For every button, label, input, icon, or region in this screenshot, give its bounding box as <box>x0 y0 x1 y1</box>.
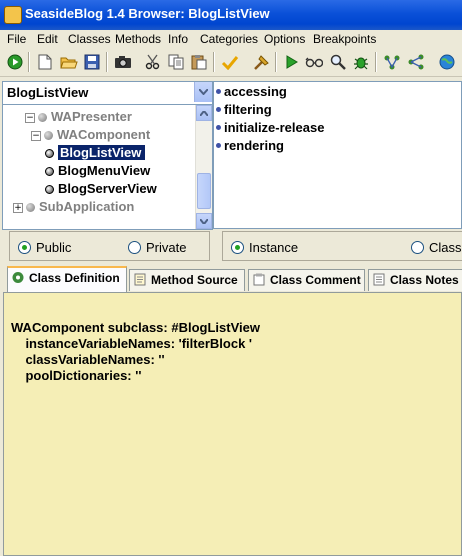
editor-tabs: Class Definition Method Source Class Com… <box>0 266 462 292</box>
class-comment-icon <box>253 273 265 286</box>
radio-icon <box>411 241 424 254</box>
collapse-icon[interactable]: − <box>31 131 41 141</box>
tree-item-blogserverview[interactable]: BlogServerView <box>45 181 157 198</box>
radio-icon <box>128 241 141 254</box>
chevron-down-icon <box>199 89 208 95</box>
category-item[interactable]: filtering <box>216 102 272 117</box>
class-ball-icon <box>45 149 54 158</box>
menu-categories[interactable]: Categories <box>200 32 258 46</box>
menu-edit[interactable]: Edit <box>37 32 58 46</box>
class-ball-icon <box>38 113 47 122</box>
menu-breakpoints[interactable]: Breakpoints <box>313 32 376 46</box>
hierarchy-icon[interactable] <box>383 53 401 71</box>
title-bar: SeasideBlog 1.4 Browser: BlogListView <box>0 0 462 30</box>
method-category-list[interactable]: accessing filtering initialize-release r… <box>213 81 462 229</box>
search-magnifier-icon[interactable] <box>329 53 347 71</box>
references-icon[interactable] <box>407 53 425 71</box>
menu-file[interactable]: File <box>7 32 26 46</box>
tree-item-blogmenuview[interactable]: BlogMenuView <box>45 163 150 180</box>
menu-bar: File Edit Classes Methods Info Categorie… <box>0 30 462 48</box>
scroll-up-button[interactable] <box>196 105 212 121</box>
tab-class-comment[interactable]: Class Comment <box>248 269 365 291</box>
code-line: WAComponent subclass: #BlogListView <box>11 320 260 335</box>
bullet-icon <box>216 107 221 112</box>
class-ball-icon <box>26 203 35 212</box>
collapse-icon[interactable]: − <box>25 113 35 123</box>
camera-icon[interactable] <box>114 53 132 71</box>
class-notes-icon <box>373 273 385 286</box>
tree-item-wapresenter[interactable]: WAPresenter <box>38 109 132 126</box>
globe-icon[interactable] <box>438 53 456 71</box>
debug-bug-icon[interactable] <box>352 53 370 71</box>
tree-scrollbar[interactable] <box>195 105 212 229</box>
class-hierarchy-tree[interactable]: − WAPresenter − WAComponent BlogListView… <box>2 104 213 230</box>
menu-options[interactable]: Options <box>264 32 305 46</box>
toolbar <box>0 48 462 77</box>
class-selector-value: BlogListView <box>7 85 89 100</box>
new-file-icon[interactable] <box>36 53 54 71</box>
scope-radio-group: Instance Class <box>222 231 462 261</box>
code-line: poolDictionaries: '' <box>11 368 142 383</box>
class-ball-icon <box>45 167 54 176</box>
bullet-icon <box>216 143 221 148</box>
chevron-up-icon <box>200 110 208 116</box>
tree-item-subapplication[interactable]: SubApplication <box>26 199 134 216</box>
open-folder-icon[interactable] <box>60 53 78 71</box>
chevron-down-icon <box>200 218 208 224</box>
save-disk-icon[interactable] <box>83 53 101 71</box>
private-radio[interactable]: Private <box>128 240 186 255</box>
cut-scissors-icon[interactable] <box>144 53 162 71</box>
instance-radio[interactable]: Instance <box>231 240 298 255</box>
accept-arrow-icon[interactable] <box>221 53 239 71</box>
class-selector[interactable]: BlogListView <box>2 81 213 105</box>
code-line: instanceVariableNames: 'filterBlock ' <box>11 336 253 351</box>
category-item[interactable]: accessing <box>216 84 287 99</box>
tree-item-wacomponent[interactable]: WAComponent <box>44 127 150 144</box>
public-radio[interactable]: Public <box>18 240 71 255</box>
scroll-thumb[interactable] <box>197 173 211 209</box>
code-editor[interactable]: WAComponent subclass: #BlogListView inst… <box>3 292 462 556</box>
expand-icon[interactable]: + <box>13 203 23 213</box>
class-ball-icon <box>44 131 53 140</box>
category-item[interactable]: initialize-release <box>216 120 324 135</box>
tab-class-notes[interactable]: Class Notes <box>368 269 462 291</box>
inspect-glasses-icon[interactable] <box>305 53 323 71</box>
menu-methods[interactable]: Methods <box>115 32 161 46</box>
window-title: SeasideBlog 1.4 Browser: BlogListView <box>25 6 270 21</box>
dropdown-button[interactable] <box>194 82 212 102</box>
radio-selected-icon <box>231 241 244 254</box>
bullet-icon <box>216 89 221 94</box>
bullet-icon <box>216 125 221 130</box>
tab-method-source[interactable]: Method Source <box>129 269 245 291</box>
method-source-icon <box>134 273 146 286</box>
tree-item-bloglistview[interactable]: BlogListView <box>45 145 146 162</box>
scroll-down-button[interactable] <box>196 213 212 229</box>
class-radio[interactable]: Class <box>411 240 462 255</box>
hammer-icon[interactable] <box>252 53 270 71</box>
menu-info[interactable]: Info <box>168 32 188 46</box>
copy-icon[interactable] <box>167 53 185 71</box>
visibility-radio-group: Public Private <box>9 231 210 261</box>
radio-selected-icon <box>18 241 31 254</box>
class-definition-icon <box>12 272 24 283</box>
run-circle-icon[interactable] <box>6 53 24 71</box>
menu-classes[interactable]: Classes <box>68 32 111 46</box>
app-icon <box>4 6 22 24</box>
tab-class-definition[interactable]: Class Definition <box>7 266 127 292</box>
paste-icon[interactable] <box>190 53 208 71</box>
category-item[interactable]: rendering <box>216 138 284 153</box>
code-line: classVariableNames: '' <box>11 352 165 367</box>
run-triangle-icon[interactable] <box>283 53 301 71</box>
class-ball-icon <box>45 185 54 194</box>
